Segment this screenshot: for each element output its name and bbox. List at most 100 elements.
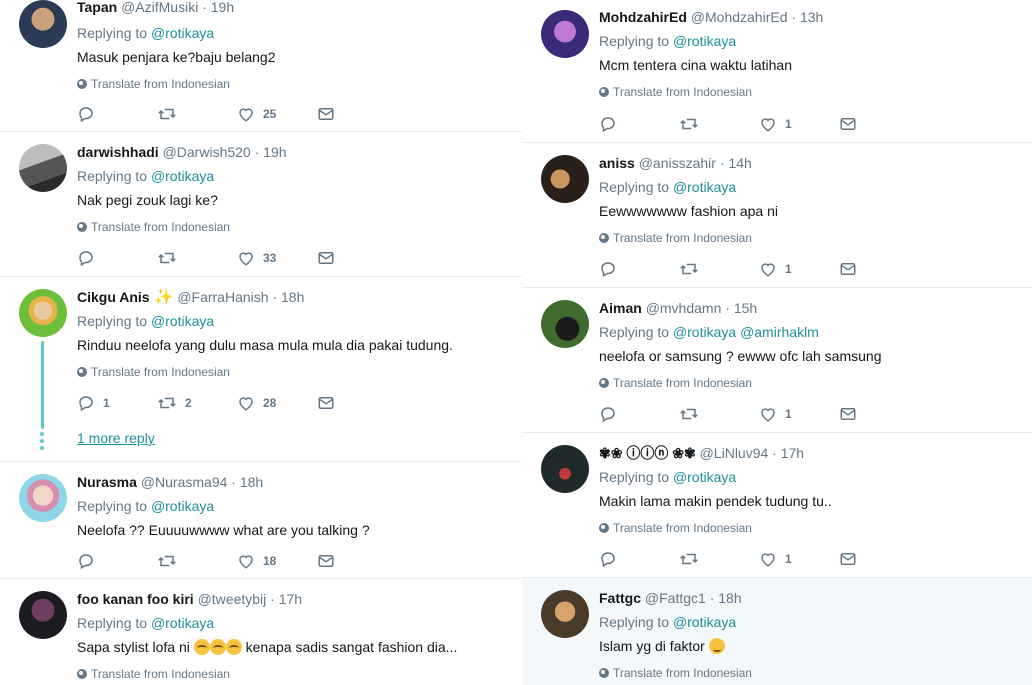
user-handle[interactable]: @tweetybij: [198, 591, 267, 607]
tweet[interactable]: Cikgu Anis ✨ @FarraHanish · 18h Replying…: [0, 277, 522, 462]
dm-button[interactable]: [839, 114, 857, 134]
retweet-button[interactable]: [679, 404, 707, 424]
mention-link[interactable]: @rotikaya: [151, 615, 214, 631]
translate-link[interactable]: Translate from Indonesian: [77, 667, 230, 681]
like-button[interactable]: 1: [759, 259, 792, 279]
avatar[interactable]: [541, 10, 589, 58]
like-button[interactable]: 1: [759, 404, 792, 424]
retweet-button[interactable]: [679, 259, 707, 279]
dm-button[interactable]: [317, 551, 335, 571]
tweet-highlighted[interactable]: Fattgc @Fattgc1 · 18h Replying to @rotik…: [522, 578, 1032, 685]
timestamp[interactable]: 17h: [279, 591, 302, 607]
tweet[interactable]: foo kanan foo kiri @tweetybij · 17h Repl…: [0, 579, 522, 685]
reply-button[interactable]: [599, 404, 625, 424]
avatar[interactable]: [19, 144, 67, 192]
retweet-button[interactable]: [679, 114, 707, 134]
mention-link[interactable]: @rotikaya: [151, 313, 214, 329]
timestamp[interactable]: 14h: [728, 155, 751, 171]
translate-link[interactable]: Translate from Indonesian: [599, 231, 752, 245]
reply-button[interactable]: [599, 549, 625, 569]
dm-button[interactable]: [839, 404, 857, 424]
tweet[interactable]: aniss @anisszahir · 14h Replying to @rot…: [522, 143, 1032, 288]
retweet-button[interactable]: 2: [157, 393, 192, 413]
translate-link[interactable]: Translate from Indonesian: [77, 220, 230, 234]
timestamp[interactable]: 15h: [734, 300, 757, 316]
mention-link[interactable]: @rotikaya: [673, 614, 736, 630]
timestamp[interactable]: 19h: [263, 144, 286, 160]
user-handle[interactable]: @mvhdamn: [646, 300, 722, 316]
tweet[interactable]: ✾❀ ⓘⓘⓝ ❀✾ @LiNluv94 · 17h Replying to @r…: [522, 433, 1032, 578]
like-button[interactable]: 1: [759, 114, 792, 134]
like-button[interactable]: 28: [237, 393, 276, 413]
tweet[interactable]: Tapan @AzifMusiki · 19h Replying to @rot…: [0, 0, 522, 132]
timestamp[interactable]: 18h: [281, 289, 304, 305]
user-handle[interactable]: @Nurasma94: [141, 474, 228, 490]
reply-button[interactable]: [77, 551, 103, 571]
retweet-button[interactable]: [157, 551, 185, 571]
reply-button[interactable]: [599, 114, 625, 134]
mention-link[interactable]: @rotikaya: [673, 179, 736, 195]
avatar[interactable]: [541, 155, 589, 203]
dm-button[interactable]: [317, 104, 335, 124]
translate-link[interactable]: Translate from Indonesian: [599, 666, 752, 680]
tweet[interactable]: Aiman @mvhdamn · 15h Replying to @rotika…: [522, 288, 1032, 433]
display-name[interactable]: Nurasma: [77, 474, 137, 490]
mention-link[interactable]: @amirhaklm: [740, 324, 819, 340]
dm-button[interactable]: [317, 393, 335, 413]
retweet-button[interactable]: [157, 104, 185, 124]
show-more-replies-link[interactable]: 1 more reply: [77, 430, 155, 446]
translate-link[interactable]: Translate from Indonesian: [599, 376, 752, 390]
timestamp[interactable]: 17h: [781, 445, 804, 461]
avatar[interactable]: [19, 289, 67, 337]
timestamp[interactable]: 18h: [718, 590, 741, 606]
mention-link[interactable]: @rotikaya: [673, 33, 736, 49]
like-button[interactable]: 1: [759, 549, 792, 569]
mention-link[interactable]: @rotikaya: [151, 168, 214, 184]
reply-button[interactable]: [77, 248, 103, 268]
user-handle[interactable]: @Darwish520: [163, 144, 251, 160]
timestamp[interactable]: 13h: [800, 9, 823, 25]
display-name[interactable]: Cikgu Anis: [77, 289, 150, 305]
mention-link[interactable]: @rotikaya: [673, 324, 736, 340]
avatar[interactable]: [541, 590, 589, 638]
translate-link[interactable]: Translate from Indonesian: [599, 85, 752, 99]
translate-link[interactable]: Translate from Indonesian: [77, 365, 230, 379]
mention-link[interactable]: @rotikaya: [151, 498, 214, 514]
user-handle[interactable]: @LiNluv94: [700, 445, 769, 461]
tweet[interactable]: darwishhadi @Darwish520 · 19h Replying t…: [0, 132, 522, 277]
user-handle[interactable]: @Fattgc1: [645, 590, 706, 606]
display-name[interactable]: aniss: [599, 155, 635, 171]
display-name[interactable]: ✾❀ ⓘⓘⓝ ❀✾: [599, 445, 696, 461]
retweet-button[interactable]: [679, 549, 707, 569]
retweet-button[interactable]: [157, 248, 185, 268]
mention-link[interactable]: @rotikaya: [673, 469, 736, 485]
display-name[interactable]: darwishhadi: [77, 144, 159, 160]
tweet[interactable]: MohdzahirEd @MohdzahirEd · 13h Replying …: [522, 0, 1032, 143]
translate-link[interactable]: Translate from Indonesian: [599, 521, 752, 535]
dm-button[interactable]: [839, 259, 857, 279]
reply-button[interactable]: 1: [77, 393, 110, 413]
user-handle[interactable]: @MohdzahirEd: [691, 9, 788, 25]
avatar[interactable]: [19, 0, 67, 48]
avatar[interactable]: [19, 591, 67, 639]
dm-button[interactable]: [839, 549, 857, 569]
display-name[interactable]: Aiman: [599, 300, 642, 316]
display-name[interactable]: Fattgc: [599, 590, 641, 606]
avatar[interactable]: [541, 445, 589, 493]
like-button[interactable]: 18: [237, 551, 276, 571]
mention-link[interactable]: @rotikaya: [151, 25, 214, 41]
avatar[interactable]: [541, 300, 589, 348]
display-name[interactable]: Tapan: [77, 0, 117, 15]
like-button[interactable]: 33: [237, 248, 276, 268]
user-handle[interactable]: @AzifMusiki: [121, 0, 198, 15]
user-handle[interactable]: @FarraHanish: [177, 289, 268, 305]
user-handle[interactable]: @anisszahir: [639, 155, 716, 171]
avatar[interactable]: [19, 474, 67, 522]
display-name[interactable]: foo kanan foo kiri: [77, 591, 194, 607]
timestamp[interactable]: 19h: [211, 0, 234, 15]
reply-button[interactable]: [77, 104, 103, 124]
timestamp[interactable]: 18h: [240, 474, 263, 490]
reply-button[interactable]: [599, 259, 625, 279]
tweet[interactable]: Nurasma @Nurasma94 · 18h Replying to @ro…: [0, 462, 522, 579]
dm-button[interactable]: [317, 248, 335, 268]
